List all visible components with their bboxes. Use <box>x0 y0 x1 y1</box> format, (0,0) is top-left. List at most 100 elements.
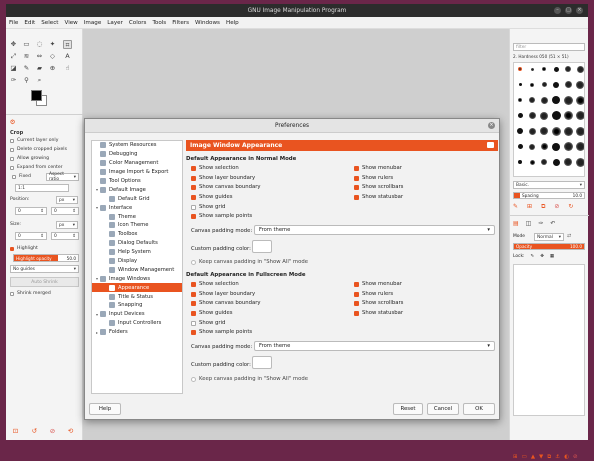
tree-item[interactable]: Appearance <box>92 283 182 293</box>
new-group-icon[interactable]: ▭ <box>522 454 527 461</box>
clone-icon[interactable]: ⊕ <box>48 64 57 73</box>
brush-grid[interactable] <box>513 62 585 177</box>
brush-preset[interactable] <box>576 80 584 89</box>
tree-item[interactable]: Toolbox <box>92 230 182 239</box>
brush-preset[interactable] <box>518 160 522 164</box>
tool-options-tab-icon[interactable]: ⚙ <box>8 118 17 127</box>
brush-preset[interactable] <box>552 158 560 166</box>
delete-cropped-option[interactable]: Delete cropped pixels <box>10 147 67 152</box>
aspect-ratio-input[interactable]: 1:1 <box>15 184 69 192</box>
tree-item[interactable]: Debugging <box>92 150 182 159</box>
fullscreen-show-layer-boundary[interactable]: Show layer boundary <box>191 291 255 297</box>
lock-pixels-icon[interactable]: ✎ <box>531 254 535 259</box>
brush-preset[interactable] <box>552 96 560 104</box>
auto-shrink-button[interactable]: Auto Shrink <box>10 277 79 287</box>
eraser-icon[interactable]: ▰ <box>35 64 44 73</box>
normal-show-sample-points[interactable]: Show sample points <box>191 213 252 219</box>
crop-tool-icon[interactable]: ⌗ <box>63 40 72 49</box>
allow-growing-option[interactable]: Allow growing <box>10 156 49 161</box>
save-options-icon[interactable]: ⊡ <box>11 427 20 436</box>
dialog-close-icon[interactable]: × <box>488 122 495 129</box>
switch-icon[interactable]: ⇄ <box>567 233 571 239</box>
ok-button[interactable]: OK <box>463 403 495 415</box>
tree-item[interactable]: Title & Status <box>92 292 182 301</box>
menu-windows[interactable]: Windows <box>195 20 220 26</box>
brush-preset[interactable] <box>564 81 572 88</box>
brush-preset[interactable] <box>563 95 573 105</box>
tree-item[interactable]: Color Management <box>92 159 182 168</box>
position-y-input[interactable]: 0 ⇕ <box>51 207 79 215</box>
duplicate-brush-icon[interactable]: ⧉ <box>541 203 545 211</box>
brush-preset[interactable] <box>529 97 535 103</box>
brush-preset[interactable] <box>575 126 584 136</box>
brush-preset[interactable] <box>553 66 559 72</box>
move-tool-icon[interactable]: ✥ <box>9 40 18 49</box>
tree-item[interactable]: ▾ Interface <box>92 203 182 212</box>
tree-item[interactable]: System Resources <box>92 141 182 150</box>
tree-item[interactable]: Default Grid <box>92 194 182 203</box>
highlight-option[interactable]: Highlight <box>10 246 38 251</box>
menu-tools[interactable]: Tools <box>152 20 166 26</box>
help-button[interactable]: Help <box>89 403 121 415</box>
normal-show-statusbar[interactable]: Show statusbar <box>354 194 403 200</box>
brush-preset[interactable] <box>540 111 548 120</box>
brush-preset[interactable] <box>553 81 559 88</box>
brush-preset[interactable] <box>563 126 573 136</box>
brush-preset[interactable] <box>540 127 548 135</box>
brush-preset[interactable] <box>563 111 573 120</box>
brush-preset[interactable] <box>517 144 523 149</box>
current-layer-only-option[interactable]: Current layer only <box>10 138 58 143</box>
normal-show-canvas-boundary[interactable]: Show canvas boundary <box>191 184 261 190</box>
bucket-icon[interactable]: ◪ <box>9 64 18 73</box>
rect-select-icon[interactable]: ▭ <box>22 40 31 49</box>
restore-options-icon[interactable]: ↺ <box>30 427 39 436</box>
cancel-button[interactable]: Cancel <box>427 403 459 415</box>
brush-preset[interactable] <box>542 67 546 71</box>
tree-item[interactable]: Tool Options <box>92 177 182 186</box>
normal-show-rulers[interactable]: Show rulers <box>354 175 393 181</box>
tree-item[interactable]: Snapping <box>92 301 182 310</box>
menu-colors[interactable]: Colors <box>129 20 147 26</box>
path-icon[interactable]: ✑ <box>9 76 18 85</box>
brush-preset[interactable] <box>517 113 523 118</box>
paintbrush-icon[interactable]: ✎ <box>22 64 31 73</box>
menu-file[interactable]: File <box>9 20 18 26</box>
refresh-brush-icon[interactable]: ↻ <box>568 203 573 211</box>
fullscreen-keep-padding[interactable]: Keep canvas padding in "Show All" mode <box>191 376 308 382</box>
lasso-icon[interactable]: ◌ <box>35 40 44 49</box>
brush-preset[interactable] <box>565 66 571 72</box>
tree-item[interactable]: Theme <box>92 212 182 221</box>
normal-show-scrollbars[interactable]: Show scrollbars <box>354 184 403 190</box>
brush-category-select[interactable]: Basic. ▾ <box>513 181 585 189</box>
paths-tab-icon[interactable]: ✑ <box>538 220 543 227</box>
fullscreen-show-scrollbars[interactable]: Show scrollbars <box>354 300 403 306</box>
brush-preset[interactable] <box>528 127 536 135</box>
menu-filters[interactable]: Filters <box>172 20 189 26</box>
normal-padding-mode-select[interactable]: From theme ▾ <box>254 225 495 235</box>
tree-item[interactable]: Input Controllers <box>92 319 182 328</box>
fullscreen-show-grid[interactable]: Show grid <box>191 320 225 326</box>
smudge-icon[interactable]: ☝ <box>63 64 72 73</box>
new-layer-icon[interactable]: ⊞ <box>513 454 518 461</box>
brush-preset[interactable] <box>518 98 522 102</box>
normal-show-layer-boundary[interactable]: Show layer boundary <box>191 175 255 181</box>
normal-show-selection[interactable]: Show selection <box>191 165 239 171</box>
brush-preset[interactable] <box>575 111 584 120</box>
fullscreen-show-menubar[interactable]: Show menubar <box>354 281 402 287</box>
brush-preset[interactable] <box>541 82 547 87</box>
position-unit-select[interactable]: px ▾ <box>56 196 78 204</box>
reset-options-icon[interactable]: ⟲ <box>66 427 75 436</box>
brush-preset[interactable] <box>540 96 548 104</box>
fullscreen-show-guides[interactable]: Show guides <box>191 310 233 316</box>
tree-item[interactable]: Display <box>92 257 182 266</box>
zoom-icon[interactable]: ⌕ <box>35 76 44 85</box>
maximize-icon[interactable]: □ <box>565 7 572 14</box>
edit-brush-icon[interactable]: ✎ <box>513 203 518 211</box>
highlight-opacity-slider[interactable]: Highlight opacity 50.0 <box>13 254 79 262</box>
raise-layer-icon[interactable]: ▲ <box>531 454 535 461</box>
cage-icon[interactable]: ◇ <box>48 52 57 61</box>
close-icon[interactable]: × <box>576 7 583 14</box>
tree-item[interactable]: ▸ Folders <box>92 328 182 337</box>
transform-icon[interactable]: ⤢ <box>9 52 18 61</box>
brush-filter-input[interactable]: filter <box>513 43 585 51</box>
